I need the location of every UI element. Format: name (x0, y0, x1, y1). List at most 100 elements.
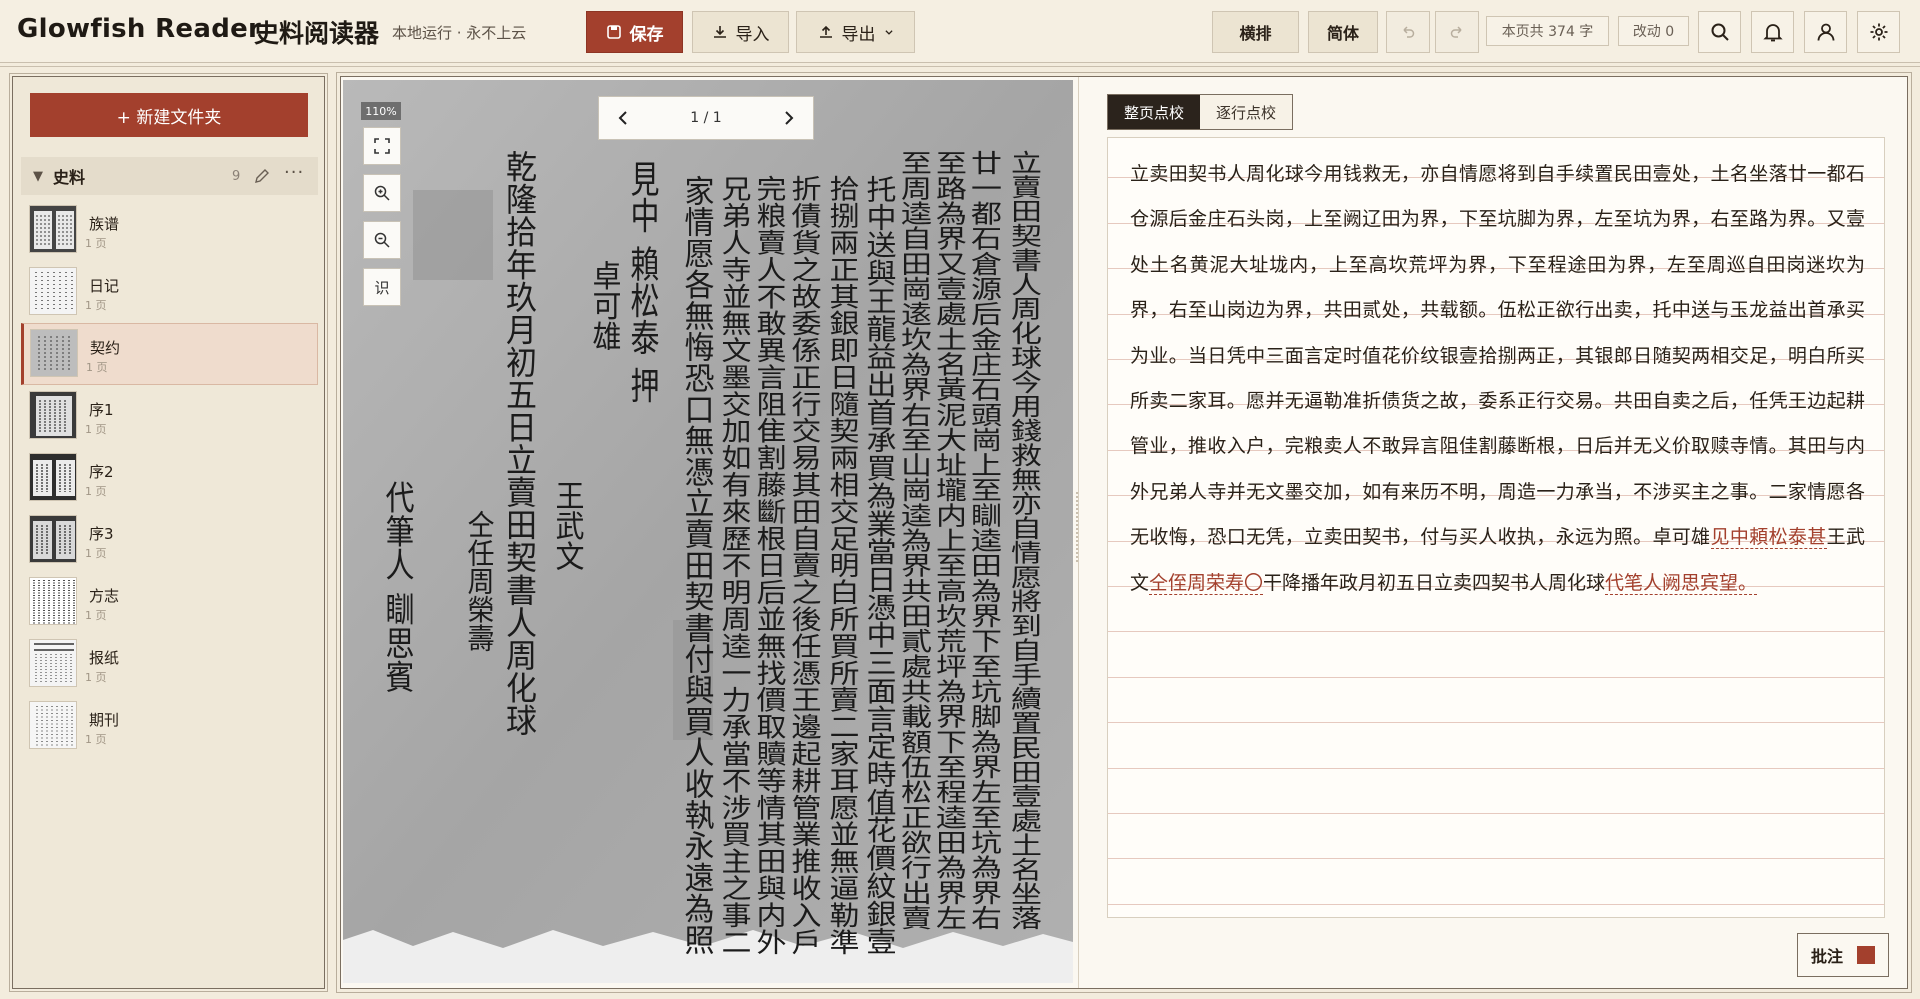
manuscript-column: 立賣田契書人周化球今用錢救無亦自情愿將到自手續置民田壹處土名坐落 (1005, 150, 1042, 930)
document-thumbnail (29, 515, 77, 563)
document-thumbnail (29, 205, 77, 253)
list-item-pages: 1 页 (85, 423, 107, 436)
annotation-label: 批注 (1810, 947, 1843, 966)
search-icon (1711, 23, 1729, 41)
settings-button[interactable] (1857, 11, 1900, 53)
annotation-nephew[interactable]: 仝侄周荣寿〇 (1149, 571, 1264, 595)
list-item-diary[interactable]: 日记 1 页 (21, 261, 318, 323)
undo-button[interactable] (1386, 11, 1430, 53)
list-item-title: 序1 (89, 401, 114, 419)
list-item-pages: 1 页 (85, 609, 107, 622)
notifications-button[interactable] (1751, 11, 1794, 53)
zoom-in-icon (374, 185, 390, 201)
manuscript-column: 拾捌兩正其銀即日隨契兩相交足明白所買所賣二家耳愿並無逼勒準 (824, 175, 860, 955)
list-item-gazetteer[interactable]: 方志 1 页 (21, 571, 318, 633)
manuscript-image: 立賣田契書人周化球今用錢救無亦自情愿將到自手續置民田壹處土名坐落廿一都石倉源后金… (343, 80, 1073, 983)
layout-toggle-button[interactable]: 横排 (1212, 11, 1299, 53)
chevron-right-icon[interactable] (779, 109, 797, 127)
list-item-pages: 1 页 (85, 485, 107, 498)
list-item-preface-1[interactable]: 序1 1 页 (21, 385, 318, 447)
save-button[interactable]: 保存 (586, 11, 683, 53)
list-item-title: 日记 (89, 277, 120, 295)
manuscript-viewer[interactable]: 立賣田契書人周化球今用錢救無亦自情愿將到自手續置民田壹處土名坐落 廿一都石倉源后金… (343, 80, 1073, 983)
collapse-triangle-icon[interactable]: ▼ (33, 169, 43, 184)
list-item-title: 序2 (89, 463, 114, 481)
chevron-down-icon (884, 30, 893, 35)
save-icon (606, 25, 621, 39)
document-thumbnail (29, 453, 77, 501)
text-main: 立卖田契书人周化球今用钱救无，亦自情愿将到自手续置民田壹处，土名坐落廿一都石仓源… (1130, 163, 1865, 549)
redo-button[interactable] (1435, 11, 1479, 53)
fit-screen-button[interactable] (363, 127, 401, 165)
fullscreen-icon (374, 138, 390, 154)
list-item-contract[interactable]: 契约 1 页 (21, 323, 318, 385)
list-item-pages: 1 页 (86, 361, 108, 374)
manuscript-column: 乾隆拾年玖月初五日立賣田契書人周化球 (500, 150, 537, 736)
list-item-title: 方志 (89, 587, 120, 605)
manuscript-column: 仝任周榮壽 (463, 510, 495, 652)
zoom-out-button[interactable] (363, 221, 401, 259)
manuscript-column: 完粮賣人不敢異言阻隹割藤斷根日后並無找價取贖等情其田與内外 (751, 175, 787, 955)
zoom-out-icon (374, 232, 390, 248)
ocr-button[interactable]: 识 (363, 268, 401, 306)
script-toggle-button[interactable]: 简体 (1308, 11, 1378, 53)
manuscript-column: 見中 賴松泰 押 (626, 160, 660, 404)
list-item-genealogy[interactable]: 族谱 1 页 (21, 199, 318, 261)
export-button[interactable]: 导出 (796, 11, 915, 53)
folder-sidebar: + 新建文件夹 ▼ 史料 9 ··· 族谱 1 页 日记 1 页 契约 1 页 … (10, 74, 327, 991)
manuscript-column: 代筆人 瞓思賓 (381, 480, 415, 693)
list-item-title: 族谱 (89, 215, 120, 233)
annotation-witness[interactable]: 见中頼松泰甚 (1710, 526, 1827, 550)
document-thumbnail (29, 701, 77, 749)
chevron-left-icon[interactable] (615, 109, 633, 127)
zoom-level-badge: 110% (361, 102, 401, 120)
list-item-pages: 1 页 (85, 671, 107, 684)
manuscript-column: 廿一都石倉源后金庄石頭崗上至瞓逵田為界下至坑脚為界左至坑為界右 (965, 150, 1002, 930)
list-item-title: 期刊 (89, 711, 120, 729)
ruled-line (1108, 631, 1884, 633)
text-middle-2: 干降播年政月初五日立卖四契书人周化球 (1263, 571, 1606, 594)
manuscript-column: 卓可雄 (588, 259, 622, 351)
char-count: 本页共 374 字 (1486, 16, 1609, 46)
list-item-preface-2[interactable]: 序2 1 页 (21, 447, 318, 509)
app-tagline: 本地运行 · 永不上云 (392, 24, 527, 42)
folder-group-header[interactable]: ▼ 史料 9 ··· (21, 157, 318, 195)
user-icon (1817, 23, 1834, 41)
workspace-panel: 立賣田契書人周化球今用錢救無亦自情愿將到自手續置民田壹處土名坐落 廿一都石倉源后金… (340, 76, 1908, 989)
document-list: 族谱 1 页 日记 1 页 契约 1 页 序1 1 页 序2 1 页 序3 1 … (21, 199, 318, 757)
list-item-periodical[interactable]: 期刊 1 页 (21, 695, 318, 757)
page-indicator: 1 / 1 (690, 110, 722, 126)
page-navigator: 1 / 1 (598, 96, 814, 140)
transcription-editor[interactable]: 立卖田契书人周化球今用钱救无，亦自情愿将到自手续置民田壹处，土名坐落廿一都石仓源… (1107, 137, 1885, 918)
gear-icon (1870, 23, 1887, 41)
transcription-text[interactable]: 立卖田契书人周化球今用钱救无，亦自情愿将到自手续置民田壹处，土名坐落廿一都石仓源… (1130, 152, 1865, 606)
import-button[interactable]: 导入 (692, 11, 789, 53)
transcription-panel: 整页点校 逐行点校 立卖田契书人周化球今用钱救无，亦自情愿将到自手续置民田壹处，… (1081, 77, 1909, 988)
manuscript-column: 兄弟人寺並無文墨交加如有來歷不明周逵一力承當不涉買主之事二 (716, 175, 752, 955)
redo-icon (1450, 26, 1462, 38)
annotation-button[interactable]: 批注 (1797, 933, 1889, 977)
manuscript-column: 托中送與王龍益出首承買為業當日憑中三面言定時值花價紋銀壹 (861, 175, 897, 955)
edit-pencil-icon[interactable] (253, 167, 271, 185)
list-item-pages: 1 页 (85, 237, 107, 250)
ruled-line (1108, 767, 1884, 769)
document-thumbnail (29, 391, 77, 439)
manuscript-column: 家情愿各無悔恐口無憑立賣田契書付與買人收執永遠為照 (679, 175, 715, 955)
user-button[interactable] (1804, 11, 1847, 53)
zoom-in-button[interactable] (363, 174, 401, 212)
tab-line-by-line[interactable]: 逐行点校 (1200, 95, 1293, 129)
search-button[interactable] (1698, 11, 1741, 53)
list-item-pages: 1 页 (85, 299, 107, 312)
list-item-title: 序3 (89, 525, 114, 543)
annotation-scribe[interactable]: 代笔人阙思宾望。 (1605, 571, 1758, 595)
list-item-newspaper[interactable]: 报纸 1 页 (21, 633, 318, 695)
tab-whole-page[interactable]: 整页点校 (1108, 95, 1201, 129)
more-options-icon[interactable]: ··· (284, 162, 304, 183)
upload-icon (819, 25, 832, 38)
new-folder-button[interactable]: + 新建文件夹 (30, 93, 308, 137)
app-subtitle: 史料阅读器 (254, 19, 380, 48)
list-item-preface-3[interactable]: 序3 1 页 (21, 509, 318, 571)
import-label: 导入 (735, 24, 770, 45)
ruled-line (1108, 722, 1884, 724)
folder-group-count: 9 (232, 168, 241, 184)
